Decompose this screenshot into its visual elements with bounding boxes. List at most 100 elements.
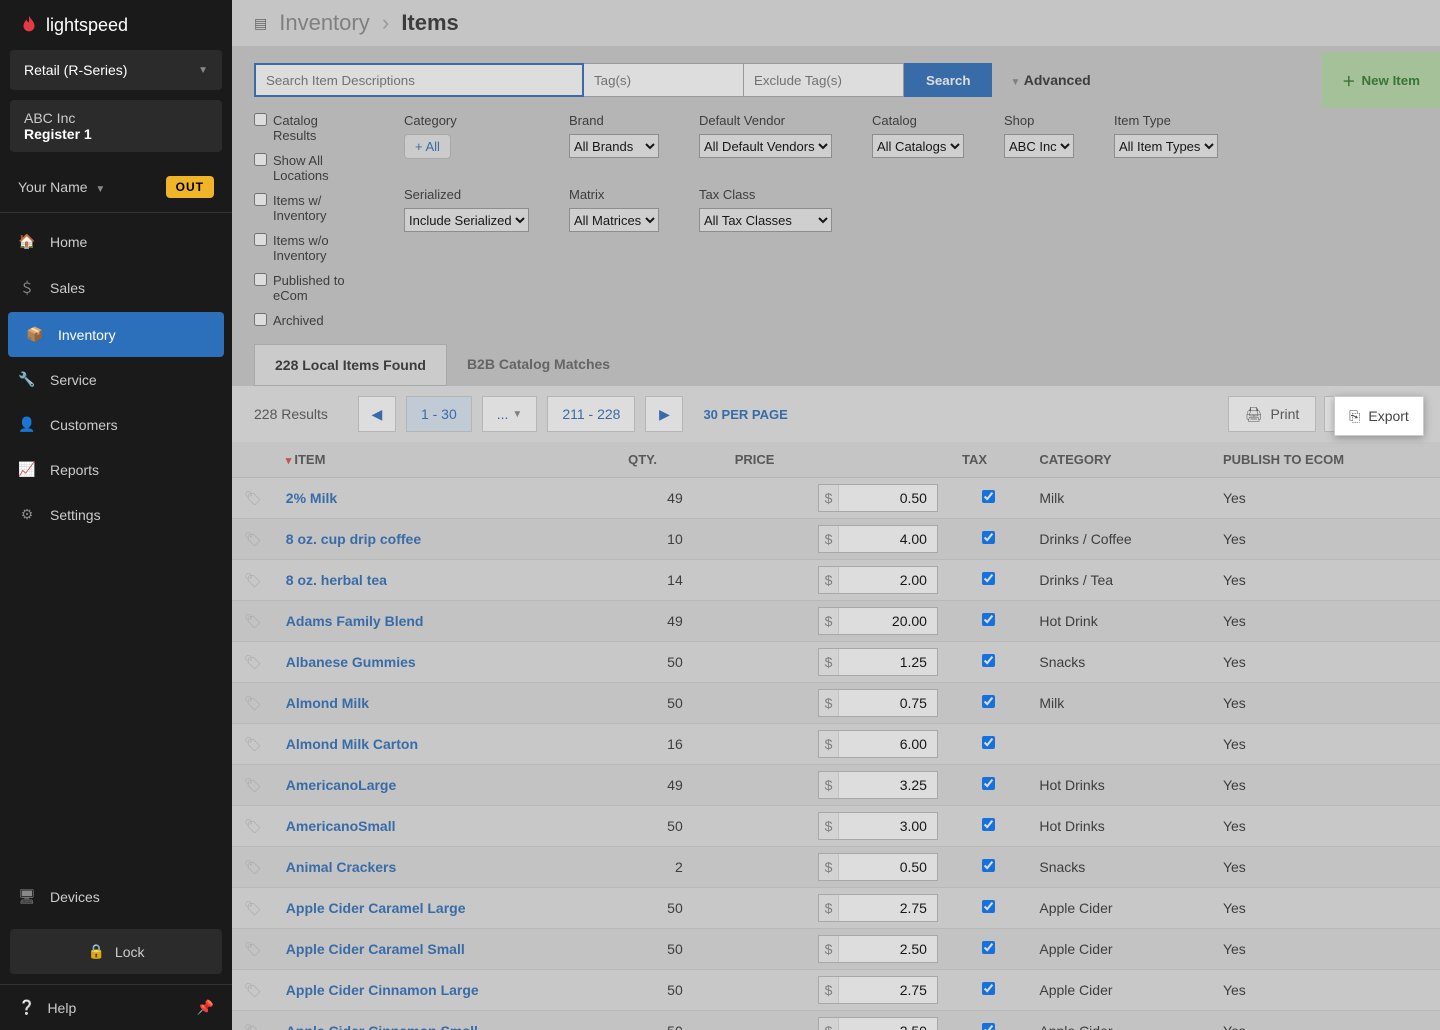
tax-checkbox[interactable]	[982, 982, 995, 995]
sidebar-item-inventory[interactable]: 📦Inventory	[8, 312, 224, 357]
per-page[interactable]: 30 PER PAGE	[703, 407, 787, 422]
filter-select[interactable]: All Catalogs	[872, 134, 964, 158]
company-block[interactable]: ABC Inc Register 1	[10, 100, 222, 152]
col-item[interactable]: ITEM	[274, 442, 616, 478]
exclude-tags-input[interactable]	[744, 63, 904, 97]
pager-next[interactable]: ▶	[645, 396, 683, 432]
tax-checkbox[interactable]	[982, 531, 995, 544]
advanced-toggle[interactable]: ▼ Advanced	[1006, 72, 1090, 88]
filter-check[interactable]: Show All Locations	[254, 153, 364, 183]
tab-b2b-catalog[interactable]: B2B Catalog Matches	[447, 344, 630, 386]
item-link[interactable]: 2% Milk	[286, 490, 337, 506]
tax-checkbox[interactable]	[982, 941, 995, 954]
filter-select[interactable]: All Default Vendors	[699, 134, 832, 158]
tag-icon[interactable]: 🏷	[232, 765, 274, 806]
new-item-button[interactable]: ＋New Item	[1322, 52, 1440, 108]
tax-checkbox[interactable]	[982, 1023, 995, 1030]
pin-icon[interactable]: 📌	[197, 999, 214, 1016]
tag-icon[interactable]: 🏷	[232, 970, 274, 1011]
filter-select[interactable]: All Tax Classes	[699, 208, 832, 232]
checkbox[interactable]	[254, 193, 267, 206]
price-input[interactable]	[839, 608, 935, 634]
item-link[interactable]: Apple Cider Caramel Large	[286, 900, 466, 916]
col-category[interactable]: CATEGORY	[1027, 442, 1211, 478]
price-input[interactable]	[839, 772, 935, 798]
price-input[interactable]	[839, 977, 935, 1003]
pager-dots[interactable]: ... ▼	[482, 396, 538, 432]
filter-check[interactable]: Items w/o Inventory	[254, 233, 364, 263]
sidebar-item-service[interactable]: 🔧Service	[0, 357, 232, 402]
filter-select[interactable]: All Brands	[569, 134, 659, 158]
col-publish-to-ecom[interactable]: PUBLISH TO ECOM	[1211, 442, 1440, 478]
price-input[interactable]	[839, 895, 935, 921]
tax-checkbox[interactable]	[982, 818, 995, 831]
filter-select[interactable]: ABC Inc	[1004, 134, 1074, 158]
lock-button[interactable]: 🔒Lock	[10, 929, 222, 974]
item-link[interactable]: Almond Milk Carton	[286, 736, 418, 752]
sidebar-item-devices[interactable]: 🖥Devices	[0, 874, 232, 919]
tag-icon[interactable]: 🏷	[232, 642, 274, 683]
col-qty-[interactable]: QTY.	[616, 442, 723, 478]
app-menu-icon[interactable]: ▤	[254, 15, 267, 32]
category-all-chip[interactable]: + All	[404, 134, 451, 159]
price-input[interactable]	[839, 731, 935, 757]
tag-icon[interactable]: 🏷	[232, 847, 274, 888]
price-input[interactable]	[839, 936, 935, 962]
tag-icon[interactable]: 🏷	[232, 806, 274, 847]
sidebar-item-settings[interactable]: ⚙Settings	[0, 492, 232, 537]
tag-icon[interactable]: 🏷	[232, 683, 274, 724]
pager-page-current[interactable]: 1 - 30	[406, 396, 472, 432]
filter-check[interactable]: Catalog Results	[254, 113, 364, 143]
filter-check[interactable]: Items w/ Inventory	[254, 193, 364, 223]
checkbox[interactable]	[254, 153, 267, 166]
tax-checkbox[interactable]	[982, 490, 995, 503]
sidebar-item-home[interactable]: 🏠Home	[0, 219, 232, 264]
tag-icon[interactable]: 🏷	[232, 888, 274, 929]
checkbox[interactable]	[254, 273, 267, 286]
breadcrumb-section[interactable]: Inventory	[279, 10, 370, 35]
user-row[interactable]: Your Name ▼ OUT	[0, 162, 232, 213]
checkbox[interactable]	[254, 113, 267, 126]
price-input[interactable]	[839, 526, 935, 552]
tag-icon[interactable]: 🏷	[232, 478, 274, 519]
tax-checkbox[interactable]	[982, 777, 995, 790]
checkbox[interactable]	[254, 313, 267, 326]
item-link[interactable]: Apple Cider Caramel Small	[286, 941, 465, 957]
col-tax[interactable]: TAX	[950, 442, 1027, 478]
pager-prev[interactable]: ◀	[358, 396, 396, 432]
clock-out-badge[interactable]: OUT	[166, 176, 214, 198]
pager-page-last[interactable]: 211 - 228	[547, 396, 635, 432]
item-link[interactable]: Albanese Gummies	[286, 654, 416, 670]
filter-select[interactable]: All Item Types	[1114, 134, 1218, 158]
tax-checkbox[interactable]	[982, 736, 995, 749]
item-link[interactable]: 8 oz. cup drip coffee	[286, 531, 421, 547]
price-input[interactable]	[839, 854, 935, 880]
search-button[interactable]: Search	[904, 63, 992, 97]
tax-checkbox[interactable]	[982, 572, 995, 585]
item-link[interactable]: 8 oz. herbal tea	[286, 572, 387, 588]
checkbox[interactable]	[254, 233, 267, 246]
export-button-highlighted[interactable]: ⎘Export	[1334, 396, 1424, 436]
price-input[interactable]	[839, 485, 935, 511]
item-link[interactable]: Apple Cider Cinnamon Small	[286, 1023, 478, 1030]
filter-check[interactable]: Published to eCom	[254, 273, 364, 303]
item-link[interactable]: AmericanoSmall	[286, 818, 396, 834]
filter-check[interactable]: Archived	[254, 313, 364, 328]
tax-checkbox[interactable]	[982, 859, 995, 872]
tax-checkbox[interactable]	[982, 613, 995, 626]
product-selector[interactable]: Retail (R-Series) ▼	[10, 50, 222, 90]
tax-checkbox[interactable]	[982, 900, 995, 913]
price-input[interactable]	[839, 649, 935, 675]
price-input[interactable]	[839, 690, 935, 716]
help-link[interactable]: ❔Help	[18, 999, 76, 1016]
sidebar-item-sales[interactable]: ＄Sales	[0, 264, 232, 312]
tags-input[interactable]	[584, 63, 744, 97]
item-link[interactable]: Adams Family Blend	[286, 613, 424, 629]
sidebar-item-reports[interactable]: 📈Reports	[0, 447, 232, 492]
search-input[interactable]	[254, 63, 584, 97]
col-price[interactable]: PRICE	[723, 442, 950, 478]
item-link[interactable]: Apple Cider Cinnamon Large	[286, 982, 479, 998]
filter-select[interactable]: All Matrices	[569, 208, 659, 232]
tax-checkbox[interactable]	[982, 695, 995, 708]
tax-checkbox[interactable]	[982, 654, 995, 667]
